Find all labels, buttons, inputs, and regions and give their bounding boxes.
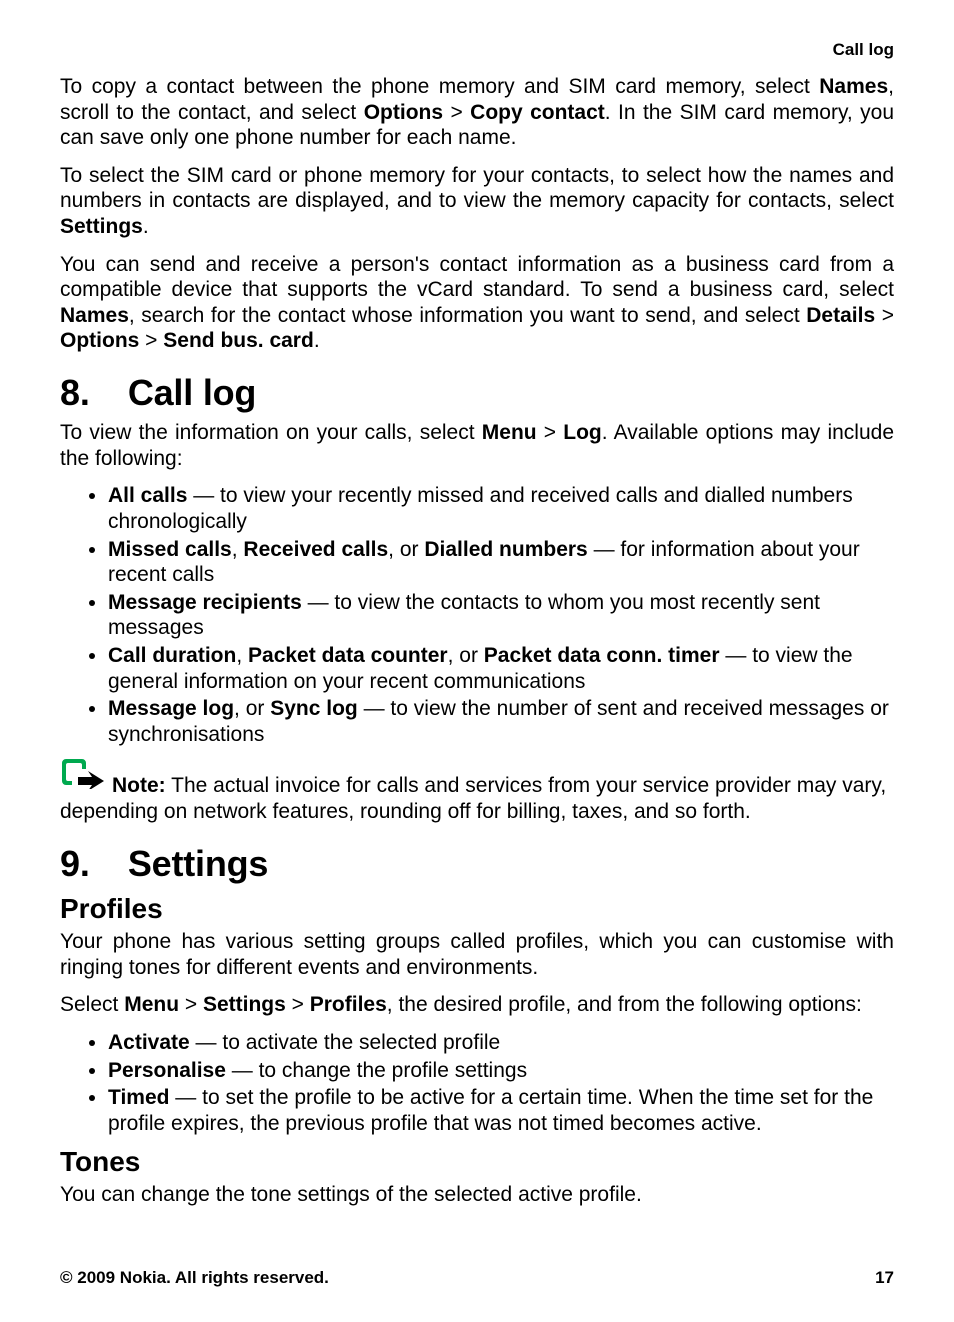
- text: To select the SIM card or phone memory f…: [60, 164, 894, 213]
- list-item: Call duration, Packet data counter, or P…: [108, 643, 894, 694]
- note-block: Note: The actual invoice for calls and s…: [60, 757, 894, 825]
- text: , search for the contact whose informati…: [129, 304, 806, 327]
- bold-term: Message recipients: [108, 591, 302, 614]
- page-footer: © 2009 Nokia. All rights reserved. 17: [60, 1268, 894, 1288]
- bold-settings: Settings: [203, 993, 286, 1016]
- bold-log: Log: [563, 421, 601, 444]
- intro-paragraph-3: You can send and receive a person's cont…: [60, 252, 894, 354]
- note-arrow-icon: [60, 757, 108, 796]
- list-item: Personalise — to change the profile sett…: [108, 1058, 894, 1084]
- profiles-paragraph-2: Select Menu > Settings > Profiles, the d…: [60, 992, 894, 1018]
- bold-options: Options: [364, 101, 443, 124]
- list-item: Activate — to activate the selected prof…: [108, 1030, 894, 1056]
- text: , or: [448, 644, 484, 667]
- section-8-heading: 8. Call log: [60, 372, 894, 414]
- section-title: Settings: [128, 843, 268, 884]
- breadcrumb-separator: >: [286, 993, 310, 1016]
- bold-copy-contact: Copy contact: [470, 101, 605, 124]
- tones-heading: Tones: [60, 1146, 894, 1178]
- profiles-list: Activate — to activate the selected prof…: [60, 1030, 894, 1136]
- list-item: All calls — to view your recently missed…: [108, 483, 894, 534]
- section-9-heading: 9. Settings: [60, 843, 894, 885]
- breadcrumb-separator: >: [179, 993, 203, 1016]
- bold-settings: Settings: [60, 215, 143, 238]
- text: — to set the profile to be active for a …: [108, 1086, 873, 1135]
- bold-term: Activate: [108, 1031, 190, 1054]
- bold-term: Packet data conn. timer: [484, 644, 720, 667]
- text: — to activate the selected profile: [190, 1031, 501, 1054]
- breadcrumb-separator: >: [875, 304, 894, 327]
- list-item: Message recipients — to view the contact…: [108, 590, 894, 641]
- section-8-list: All calls — to view your recently missed…: [60, 483, 894, 747]
- bold-names: Names: [819, 75, 888, 98]
- text: — to change the profile settings: [226, 1059, 527, 1082]
- text: ,: [236, 644, 248, 667]
- bold-term: All calls: [108, 484, 187, 507]
- breadcrumb-separator: >: [537, 421, 564, 444]
- list-item: Missed calls, Received calls, or Dialled…: [108, 537, 894, 588]
- text: .: [314, 329, 320, 352]
- text: ,: [232, 538, 244, 561]
- bold-term: Personalise: [108, 1059, 226, 1082]
- list-item: Message log, or Sync log — to view the n…: [108, 696, 894, 747]
- section-number: 9.: [60, 843, 118, 885]
- text: , or: [388, 538, 424, 561]
- breadcrumb-separator: >: [443, 101, 470, 124]
- bold-term: Sync log: [270, 697, 358, 720]
- text: , or: [234, 697, 270, 720]
- bold-term: Message log: [108, 697, 234, 720]
- text: To view the information on your calls, s…: [60, 421, 482, 444]
- list-item: Timed — to set the profile to be active …: [108, 1085, 894, 1136]
- bold-profiles: Profiles: [310, 993, 387, 1016]
- text: , the desired profile, and from the foll…: [387, 993, 862, 1016]
- page-header-section: Call log: [60, 40, 894, 60]
- section-number: 8.: [60, 372, 118, 414]
- note-label: Note:: [112, 774, 166, 797]
- breadcrumb-separator: >: [139, 329, 163, 352]
- bold-details: Details: [806, 304, 875, 327]
- intro-paragraph-1: To copy a contact between the phone memo…: [60, 74, 894, 151]
- profiles-heading: Profiles: [60, 893, 894, 925]
- section-8-lead: To view the information on your calls, s…: [60, 420, 894, 471]
- bold-term: Call duration: [108, 644, 236, 667]
- tones-paragraph-1: You can change the tone settings of the …: [60, 1182, 894, 1208]
- bold-term: Timed: [108, 1086, 169, 1109]
- text: — to view your recently missed and recei…: [108, 484, 853, 533]
- bold-term: Packet data counter: [248, 644, 448, 667]
- page-number: 17: [875, 1268, 894, 1288]
- bold-term: Received calls: [243, 538, 388, 561]
- bold-menu: Menu: [124, 993, 179, 1016]
- copyright-text: © 2009 Nokia. All rights reserved.: [60, 1268, 329, 1288]
- bold-send-bus-card: Send bus. card: [163, 329, 314, 352]
- bold-names: Names: [60, 304, 129, 327]
- bold-menu: Menu: [482, 421, 537, 444]
- intro-paragraph-2: To select the SIM card or phone memory f…: [60, 163, 894, 240]
- note-text: The actual invoice for calls and service…: [60, 774, 886, 823]
- text: To copy a contact between the phone memo…: [60, 75, 819, 98]
- bold-options: Options: [60, 329, 139, 352]
- text: Select: [60, 993, 124, 1016]
- profiles-paragraph-1: Your phone has various setting groups ca…: [60, 929, 894, 980]
- bold-term: Dialled numbers: [424, 538, 587, 561]
- bold-term: Missed calls: [108, 538, 232, 561]
- section-title: Call log: [128, 372, 256, 413]
- text: You can send and receive a person's cont…: [60, 253, 894, 302]
- text: .: [143, 215, 149, 238]
